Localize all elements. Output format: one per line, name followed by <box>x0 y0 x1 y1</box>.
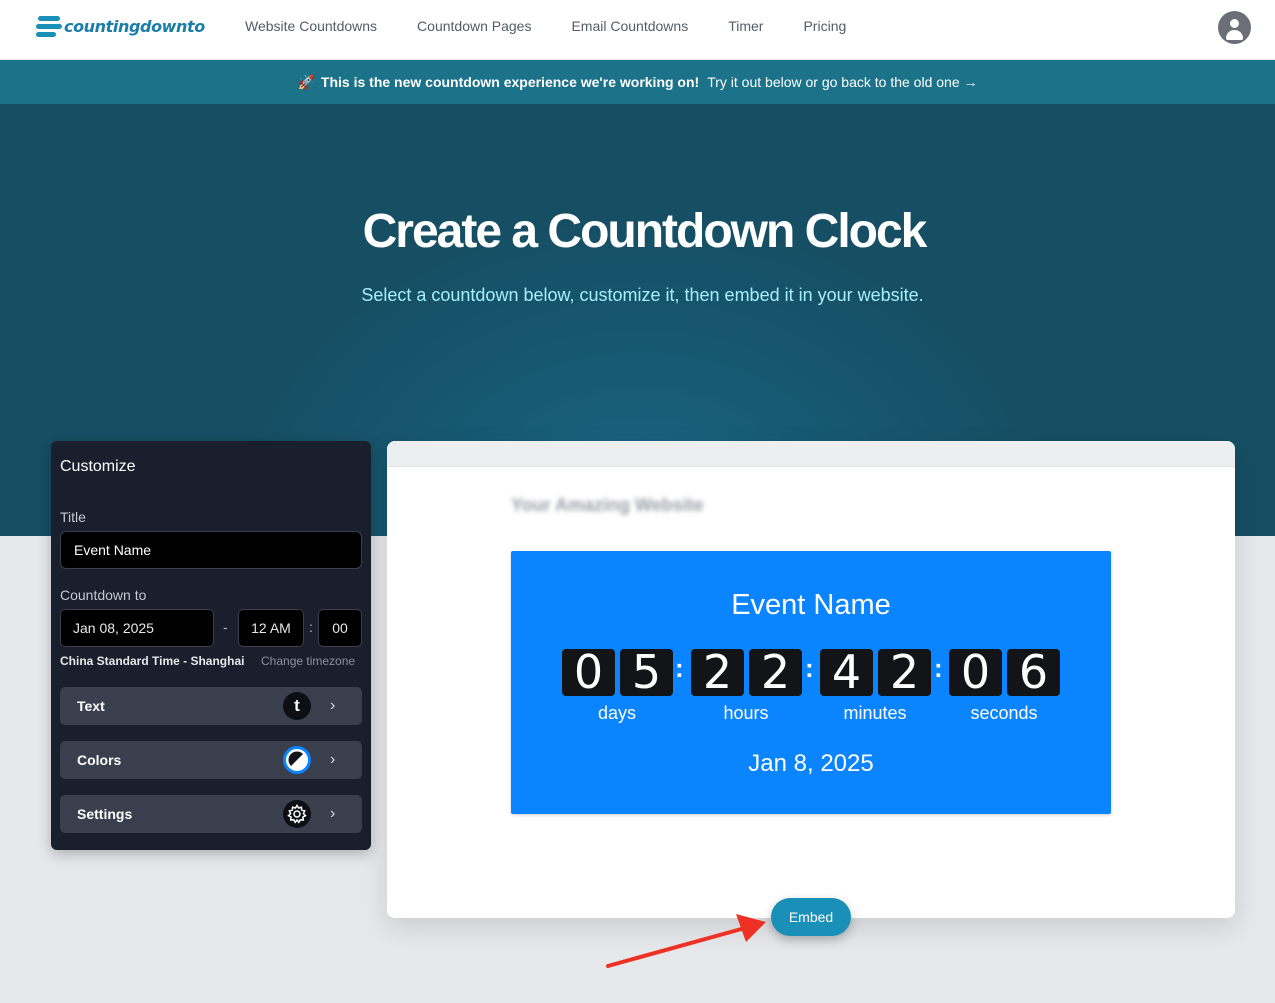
gear-icon <box>283 800 311 828</box>
color-swatch-icon <box>283 746 311 774</box>
text-section-label: Text <box>77 698 105 714</box>
banner-bold-text: This is the new countdown experience we'… <box>320 74 700 90</box>
embed-button[interactable]: Embed <box>771 898 851 936</box>
top-navbar: countingdownto Website Countdowns Countd… <box>0 0 1275 60</box>
countdown-digit: 2 <box>691 649 744 696</box>
countdown-digit: 0 <box>562 649 615 696</box>
chevron-right-icon: › <box>330 805 336 822</box>
announcement-banner[interactable]: 🚀 This is the new countdown experience w… <box>0 60 1275 104</box>
countdown-event-title: Event Name <box>731 589 891 621</box>
settings-section-toggle[interactable]: Settings › <box>60 795 362 833</box>
unit-label-days: days <box>597 703 637 723</box>
countdown-digit: 6 <box>1007 649 1060 696</box>
user-avatar-icon[interactable] <box>1218 11 1251 44</box>
colors-section-toggle[interactable]: Colors › <box>60 741 362 779</box>
rocket-icon: 🚀 <box>297 73 315 90</box>
timezone-label: China Standard Time - Shanghai <box>60 654 245 668</box>
time-colon: : <box>309 619 313 635</box>
countdown-colon: : <box>675 653 684 683</box>
countdown-colon: : <box>934 653 943 683</box>
countdown-target-date: Jan 8, 2025 <box>748 750 874 777</box>
countdown-digit: 0 <box>949 649 1002 696</box>
countdown-digit: 5 <box>620 649 673 696</box>
text-style-icon: t <box>283 692 311 720</box>
unit-label-seconds: seconds <box>970 703 1038 723</box>
unit-label-minutes: minutes <box>843 703 907 723</box>
countdown-colon: : <box>805 653 814 683</box>
nav-links: Website Countdowns Countdown Pages Email… <box>245 0 846 52</box>
logo-mark-icon <box>36 13 62 39</box>
nav-link-timer[interactable]: Timer <box>728 18 763 34</box>
nav-link-website-countdowns[interactable]: Website Countdowns <box>245 18 377 34</box>
title-label: Title <box>60 509 86 525</box>
settings-section-label: Settings <box>77 806 133 822</box>
text-section-toggle[interactable]: Text t › <box>60 687 362 725</box>
logo[interactable]: countingdownto <box>36 13 205 39</box>
preview-browser-bar <box>387 441 1235 467</box>
banner-link-text[interactable]: Try it out below or go back to the old o… <box>707 74 977 90</box>
nav-link-countdown-pages[interactable]: Countdown Pages <box>417 18 531 34</box>
change-timezone-link[interactable]: Change timezone <box>261 654 355 668</box>
date-time-separator: - <box>223 619 228 635</box>
chevron-right-icon: › <box>330 751 336 768</box>
page-title: Create a Countdown Clock <box>362 205 928 258</box>
countdown-preview-card: Your Amazing Website Event Name 0 5 : 2 … <box>387 441 1235 918</box>
nav-link-email-countdowns[interactable]: Email Countdowns <box>571 18 688 34</box>
colors-section-label: Colors <box>77 752 122 768</box>
date-picker[interactable]: Jan 08, 2025 <box>60 609 214 647</box>
countdown-digit: 4 <box>820 649 873 696</box>
title-input[interactable] <box>60 531 362 569</box>
hour-select[interactable]: 12 AM <box>238 609 304 647</box>
nav-link-pricing[interactable]: Pricing <box>803 18 846 34</box>
chevron-right-icon: › <box>330 697 336 714</box>
countdown-digit: 2 <box>749 649 802 696</box>
countdown-to-label: Countdown to <box>60 587 147 603</box>
red-arrow-annotation-icon <box>606 914 766 968</box>
fake-website-title: Your Amazing Website <box>511 495 704 515</box>
countdown-digit: 2 <box>878 649 931 696</box>
minute-select[interactable]: 00 <box>318 609 362 647</box>
customize-heading: Customize <box>60 458 136 475</box>
logo-text: countingdownto <box>64 16 205 36</box>
unit-label-hours: hours <box>723 703 769 723</box>
countdown-widget: Event Name 0 5 : 2 2 : 4 2 : 0 6 days ho… <box>511 551 1111 814</box>
page-subtitle: Select a countdown below, customize it, … <box>361 285 924 305</box>
customize-panel: Customize Title Countdown to Jan 08, 202… <box>51 441 371 850</box>
